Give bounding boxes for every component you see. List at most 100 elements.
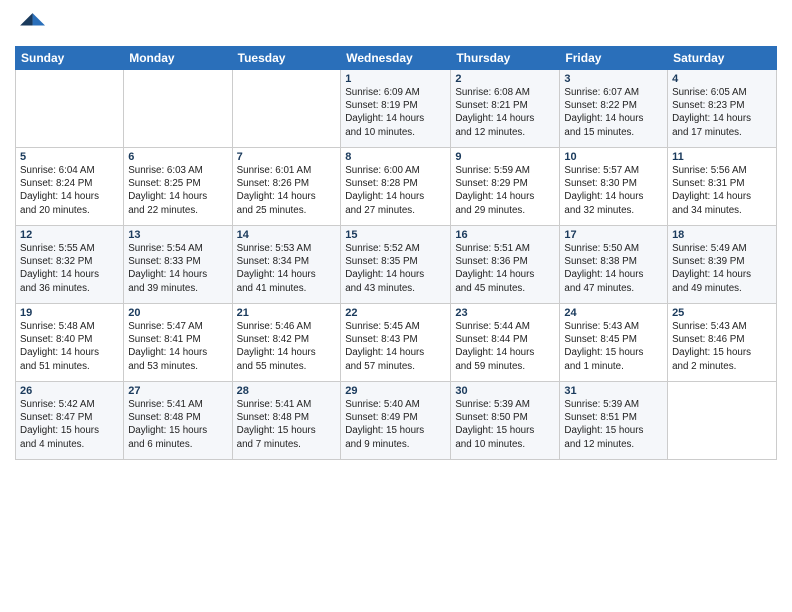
day-info: Sunrise: 5:48 AM Sunset: 8:40 PM Dayligh…	[20, 320, 119, 373]
week-row-1: 1Sunrise: 6:09 AM Sunset: 8:19 PM Daylig…	[16, 70, 777, 148]
day-number: 31	[564, 385, 663, 397]
day-info: Sunrise: 6:05 AM Sunset: 8:23 PM Dayligh…	[672, 86, 772, 139]
day-info: Sunrise: 5:57 AM Sunset: 8:30 PM Dayligh…	[564, 164, 663, 217]
calendar-header: SundayMondayTuesdayWednesdayThursdayFrid…	[16, 47, 777, 70]
page: SundayMondayTuesdayWednesdayThursdayFrid…	[0, 0, 792, 612]
day-number: 29	[345, 385, 446, 397]
day-cell-12: 12Sunrise: 5:55 AM Sunset: 8:32 PM Dayli…	[16, 226, 124, 304]
day-number: 4	[672, 73, 772, 85]
day-cell-26: 26Sunrise: 5:42 AM Sunset: 8:47 PM Dayli…	[16, 382, 124, 460]
day-info: Sunrise: 5:44 AM Sunset: 8:44 PM Dayligh…	[455, 320, 555, 373]
day-number: 6	[128, 151, 227, 163]
day-number: 17	[564, 229, 663, 241]
day-cell-2: 2Sunrise: 6:08 AM Sunset: 8:21 PM Daylig…	[451, 70, 560, 148]
day-number: 25	[672, 307, 772, 319]
day-cell-1: 1Sunrise: 6:09 AM Sunset: 8:19 PM Daylig…	[341, 70, 451, 148]
day-info: Sunrise: 5:55 AM Sunset: 8:32 PM Dayligh…	[20, 242, 119, 295]
day-number: 5	[20, 151, 119, 163]
day-number: 8	[345, 151, 446, 163]
day-info: Sunrise: 5:56 AM Sunset: 8:31 PM Dayligh…	[672, 164, 772, 217]
day-info: Sunrise: 5:53 AM Sunset: 8:34 PM Dayligh…	[237, 242, 337, 295]
day-header-sunday: Sunday	[16, 47, 124, 70]
day-info: Sunrise: 6:07 AM Sunset: 8:22 PM Dayligh…	[564, 86, 663, 139]
day-number: 3	[564, 73, 663, 85]
day-cell-6: 6Sunrise: 6:03 AM Sunset: 8:25 PM Daylig…	[124, 148, 232, 226]
day-header-wednesday: Wednesday	[341, 47, 451, 70]
day-number: 22	[345, 307, 446, 319]
calendar-body: 1Sunrise: 6:09 AM Sunset: 8:19 PM Daylig…	[16, 70, 777, 460]
day-number: 21	[237, 307, 337, 319]
day-info: Sunrise: 6:04 AM Sunset: 8:24 PM Dayligh…	[20, 164, 119, 217]
day-number: 12	[20, 229, 119, 241]
day-cell-31: 31Sunrise: 5:39 AM Sunset: 8:51 PM Dayli…	[560, 382, 668, 460]
calendar-table: SundayMondayTuesdayWednesdayThursdayFrid…	[15, 46, 777, 460]
day-number: 30	[455, 385, 555, 397]
day-cell-13: 13Sunrise: 5:54 AM Sunset: 8:33 PM Dayli…	[124, 226, 232, 304]
day-info: Sunrise: 6:00 AM Sunset: 8:28 PM Dayligh…	[345, 164, 446, 217]
day-number: 18	[672, 229, 772, 241]
day-cell-empty	[668, 382, 777, 460]
day-number: 9	[455, 151, 555, 163]
day-info: Sunrise: 5:45 AM Sunset: 8:43 PM Dayligh…	[345, 320, 446, 373]
day-info: Sunrise: 5:43 AM Sunset: 8:46 PM Dayligh…	[672, 320, 772, 373]
day-info: Sunrise: 5:39 AM Sunset: 8:50 PM Dayligh…	[455, 398, 555, 451]
day-number: 28	[237, 385, 337, 397]
day-number: 16	[455, 229, 555, 241]
day-cell-5: 5Sunrise: 6:04 AM Sunset: 8:24 PM Daylig…	[16, 148, 124, 226]
day-number: 24	[564, 307, 663, 319]
day-number: 26	[20, 385, 119, 397]
day-cell-19: 19Sunrise: 5:48 AM Sunset: 8:40 PM Dayli…	[16, 304, 124, 382]
day-info: Sunrise: 5:41 AM Sunset: 8:48 PM Dayligh…	[237, 398, 337, 451]
day-cell-empty	[124, 70, 232, 148]
day-info: Sunrise: 5:50 AM Sunset: 8:38 PM Dayligh…	[564, 242, 663, 295]
day-number: 19	[20, 307, 119, 319]
day-info: Sunrise: 5:54 AM Sunset: 8:33 PM Dayligh…	[128, 242, 227, 295]
logo-icon	[17, 10, 45, 38]
day-info: Sunrise: 5:52 AM Sunset: 8:35 PM Dayligh…	[345, 242, 446, 295]
day-cell-23: 23Sunrise: 5:44 AM Sunset: 8:44 PM Dayli…	[451, 304, 560, 382]
day-cell-4: 4Sunrise: 6:05 AM Sunset: 8:23 PM Daylig…	[668, 70, 777, 148]
week-row-5: 26Sunrise: 5:42 AM Sunset: 8:47 PM Dayli…	[16, 382, 777, 460]
day-info: Sunrise: 5:47 AM Sunset: 8:41 PM Dayligh…	[128, 320, 227, 373]
day-info: Sunrise: 5:40 AM Sunset: 8:49 PM Dayligh…	[345, 398, 446, 451]
day-number: 1	[345, 73, 446, 85]
day-header-thursday: Thursday	[451, 47, 560, 70]
day-cell-25: 25Sunrise: 5:43 AM Sunset: 8:46 PM Dayli…	[668, 304, 777, 382]
day-cell-empty	[232, 70, 341, 148]
day-info: Sunrise: 5:51 AM Sunset: 8:36 PM Dayligh…	[455, 242, 555, 295]
day-number: 23	[455, 307, 555, 319]
day-cell-9: 9Sunrise: 5:59 AM Sunset: 8:29 PM Daylig…	[451, 148, 560, 226]
day-info: Sunrise: 6:09 AM Sunset: 8:19 PM Dayligh…	[345, 86, 446, 139]
day-number: 27	[128, 385, 227, 397]
day-info: Sunrise: 6:01 AM Sunset: 8:26 PM Dayligh…	[237, 164, 337, 217]
header-row: SundayMondayTuesdayWednesdayThursdayFrid…	[16, 47, 777, 70]
day-number: 11	[672, 151, 772, 163]
day-cell-28: 28Sunrise: 5:41 AM Sunset: 8:48 PM Dayli…	[232, 382, 341, 460]
day-cell-17: 17Sunrise: 5:50 AM Sunset: 8:38 PM Dayli…	[560, 226, 668, 304]
day-cell-10: 10Sunrise: 5:57 AM Sunset: 8:30 PM Dayli…	[560, 148, 668, 226]
week-row-2: 5Sunrise: 6:04 AM Sunset: 8:24 PM Daylig…	[16, 148, 777, 226]
day-header-monday: Monday	[124, 47, 232, 70]
day-info: Sunrise: 5:41 AM Sunset: 8:48 PM Dayligh…	[128, 398, 227, 451]
day-number: 10	[564, 151, 663, 163]
week-row-4: 19Sunrise: 5:48 AM Sunset: 8:40 PM Dayli…	[16, 304, 777, 382]
day-number: 7	[237, 151, 337, 163]
logo	[15, 10, 45, 38]
day-cell-22: 22Sunrise: 5:45 AM Sunset: 8:43 PM Dayli…	[341, 304, 451, 382]
day-header-tuesday: Tuesday	[232, 47, 341, 70]
day-info: Sunrise: 5:42 AM Sunset: 8:47 PM Dayligh…	[20, 398, 119, 451]
day-number: 20	[128, 307, 227, 319]
day-number: 2	[455, 73, 555, 85]
day-info: Sunrise: 6:03 AM Sunset: 8:25 PM Dayligh…	[128, 164, 227, 217]
day-info: Sunrise: 5:39 AM Sunset: 8:51 PM Dayligh…	[564, 398, 663, 451]
day-info: Sunrise: 6:08 AM Sunset: 8:21 PM Dayligh…	[455, 86, 555, 139]
day-cell-24: 24Sunrise: 5:43 AM Sunset: 8:45 PM Dayli…	[560, 304, 668, 382]
day-info: Sunrise: 5:59 AM Sunset: 8:29 PM Dayligh…	[455, 164, 555, 217]
day-info: Sunrise: 5:49 AM Sunset: 8:39 PM Dayligh…	[672, 242, 772, 295]
day-cell-27: 27Sunrise: 5:41 AM Sunset: 8:48 PM Dayli…	[124, 382, 232, 460]
day-cell-empty	[16, 70, 124, 148]
day-cell-20: 20Sunrise: 5:47 AM Sunset: 8:41 PM Dayli…	[124, 304, 232, 382]
day-cell-14: 14Sunrise: 5:53 AM Sunset: 8:34 PM Dayli…	[232, 226, 341, 304]
day-cell-29: 29Sunrise: 5:40 AM Sunset: 8:49 PM Dayli…	[341, 382, 451, 460]
day-cell-21: 21Sunrise: 5:46 AM Sunset: 8:42 PM Dayli…	[232, 304, 341, 382]
